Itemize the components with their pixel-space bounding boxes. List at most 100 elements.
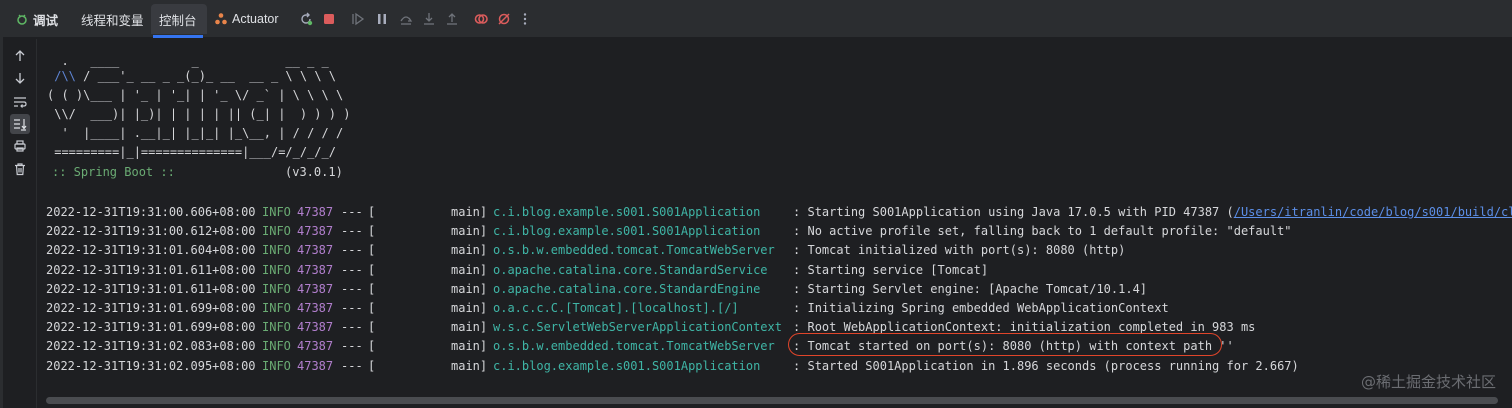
log-logger-name: o.a.c.c.C.[Tomcat].[localhost].[/] bbox=[493, 301, 739, 315]
step-into-button[interactable] bbox=[421, 11, 437, 27]
scroll-down-button[interactable] bbox=[12, 70, 28, 86]
log-message-separator: : bbox=[793, 205, 801, 219]
log-timestamp: 2022-12-31T19:31:00.612+08:00 bbox=[46, 224, 256, 239]
print-button[interactable] bbox=[12, 138, 28, 154]
step-over-button[interactable] bbox=[398, 11, 414, 27]
view-breakpoints-button[interactable] bbox=[473, 11, 489, 27]
rerun-icon bbox=[301, 12, 313, 26]
log-file-link[interactable]: /Users/itranlin/code/blog/s001/build/cla… bbox=[1234, 205, 1512, 219]
log-thread: main] bbox=[451, 339, 488, 354]
scrollbar-thumb[interactable] bbox=[46, 397, 1498, 404]
more-icon bbox=[523, 13, 527, 25]
view-breakpoints-icon bbox=[474, 14, 488, 24]
banner-line-6: =========|_|==============|___/=/_/_/_/ bbox=[47, 145, 336, 159]
log-row: 2022-12-31T19:31:01.611+08:00 INFO 47387 --… bbox=[38, 280, 1512, 299]
log-separator: --- bbox=[341, 320, 363, 335]
log-timestamp: 2022-12-31T19:31:00.606+08:00 bbox=[46, 205, 256, 219]
tab-console[interactable]: 控制台 bbox=[153, 0, 202, 38]
log-timestamp: 2022-12-31T19:31:01.699+08:00 bbox=[46, 320, 256, 335]
stop-icon bbox=[324, 14, 334, 24]
log-pid: 47387 bbox=[297, 243, 334, 258]
scroll-up-button[interactable] bbox=[12, 48, 28, 64]
log-message: : Started S001Application in 1.896 secon… bbox=[793, 357, 1299, 376]
log-message-text: Tomcat initialized with port(s): 8080 (h… bbox=[807, 243, 1126, 258]
banner-line-4: \\/ ___)| |_)| | | | | || (_| | ) ) ) ) bbox=[47, 107, 351, 121]
log-message: : Tomcat initialized with port(s): 8080 … bbox=[793, 241, 1125, 260]
arrow-up-icon bbox=[15, 50, 25, 61]
console-gutter bbox=[3, 39, 37, 408]
clear-all-button[interactable] bbox=[12, 161, 28, 177]
log-separator: --- bbox=[341, 205, 363, 219]
tab-threads-variables[interactable]: 线程和变量 bbox=[81, 0, 144, 38]
log-thread: main] bbox=[451, 281, 488, 296]
banner-line-5: ' |____| .__|_| |_|_| |_\__, | / / / / bbox=[47, 126, 344, 140]
trash-icon bbox=[15, 163, 25, 176]
log-logger-name: c.i.blog.example.s001.S001Application bbox=[493, 224, 761, 239]
log-thread: main] bbox=[451, 243, 488, 258]
log-separator: --- bbox=[341, 358, 363, 373]
log-separator: --- bbox=[341, 262, 363, 277]
log-thread: main] bbox=[451, 301, 488, 315]
mute-breakpoints-button[interactable] bbox=[496, 11, 512, 27]
log-separator: --- bbox=[341, 281, 363, 296]
log-thread: main] bbox=[451, 205, 488, 219]
tab-threads-variables-label: 线程和变量 bbox=[81, 13, 144, 28]
log-thread-bracket: [ bbox=[368, 205, 376, 219]
log-message-text: Starting service [Tomcat] bbox=[807, 262, 989, 277]
spring-boot-version: (v3.0.1) bbox=[285, 165, 343, 179]
more-options-button[interactable] bbox=[517, 11, 533, 27]
log-logger-name: o.s.b.w.embedded.tomcat.TomcatWebServer bbox=[493, 339, 775, 354]
log-pid: 47387 bbox=[297, 205, 334, 219]
log-thread-bracket: [ bbox=[368, 262, 376, 277]
resume-button[interactable] bbox=[350, 11, 366, 27]
log-level: INFO bbox=[262, 205, 291, 219]
tab-actuator[interactable]: Actuator bbox=[214, 0, 279, 38]
log-level: INFO bbox=[262, 339, 291, 354]
banner-line-1: . ____ _ __ _ _ bbox=[47, 54, 329, 68]
log-thread: main] bbox=[451, 320, 488, 335]
log-pid: 47387 bbox=[297, 224, 334, 239]
log-separator: --- bbox=[341, 339, 363, 354]
log-pid: 47387 bbox=[297, 281, 334, 296]
log-row: 2022-12-31T19:31:01.604+08:00 INFO 47387 --… bbox=[38, 241, 1512, 260]
tab-debug[interactable]: 调试 bbox=[15, 0, 58, 38]
step-out-icon bbox=[447, 13, 457, 25]
scroll-to-end-button[interactable] bbox=[10, 114, 30, 134]
log-row: 2022-12-31T19:31:01.611+08:00 INFO 47387 --… bbox=[38, 261, 1512, 280]
log-message-separator: : bbox=[793, 243, 801, 258]
log-message-text: No active profile set, falling back to 1… bbox=[807, 224, 1292, 239]
log-timestamp: 2022-12-31T19:31:01.611+08:00 bbox=[46, 281, 256, 296]
log-pid: 47387 bbox=[297, 301, 334, 315]
log-pid: 47387 bbox=[297, 320, 334, 335]
log-pid: 47387 bbox=[297, 339, 334, 354]
pause-icon bbox=[378, 14, 386, 24]
log-message: : Starting Servlet engine: [Apache Tomca… bbox=[793, 280, 1147, 299]
log-message-text: Started S001Application in 1.896 seconds… bbox=[807, 358, 1299, 373]
log-message: : Starting service [Tomcat] bbox=[793, 261, 988, 280]
horizontal-scrollbar[interactable] bbox=[38, 392, 1512, 408]
log-thread: main] bbox=[451, 358, 488, 373]
log-level: INFO bbox=[262, 262, 291, 277]
watermark: @稀土掘金技术社区 bbox=[1360, 373, 1496, 391]
log-row: 2022-12-31T19:31:00.612+08:00 INFO 47387 --… bbox=[38, 222, 1512, 241]
stop-button[interactable] bbox=[321, 11, 337, 27]
soft-wrap-button[interactable] bbox=[12, 94, 28, 110]
log-logger-name: c.i.blog.example.s001.S001Application bbox=[493, 358, 761, 373]
log-level: INFO bbox=[262, 243, 291, 258]
log-message-text: Starting Servlet engine: [Apache Tomcat/… bbox=[807, 281, 1148, 296]
step-out-button[interactable] bbox=[444, 11, 460, 27]
log-timestamp: 2022-12-31T19:31:01.611+08:00 bbox=[46, 262, 256, 277]
log-row: 2022-12-31T19:31:01.699+08:00 INFO 47387 --… bbox=[38, 299, 1512, 318]
log-timestamp: 2022-12-31T19:31:01.699+08:00 bbox=[46, 301, 256, 315]
pause-button[interactable] bbox=[374, 11, 390, 27]
log-logger-name: c.i.blog.example.s001.S001Application bbox=[493, 205, 761, 219]
actuator-icon bbox=[215, 13, 227, 25]
log-thread-bracket: [ bbox=[368, 339, 376, 354]
console-output[interactable]: . ____ _ __ _ _ /\\ / ___'_ __ _ _(_)_ _… bbox=[38, 39, 1512, 392]
rerun-button[interactable] bbox=[298, 11, 314, 27]
log-pid: 47387 bbox=[297, 262, 334, 277]
log-thread-bracket: [ bbox=[368, 301, 376, 315]
log-thread-bracket: [ bbox=[368, 320, 376, 335]
log-message-separator: : bbox=[793, 301, 801, 315]
log-thread: main] bbox=[451, 262, 488, 277]
